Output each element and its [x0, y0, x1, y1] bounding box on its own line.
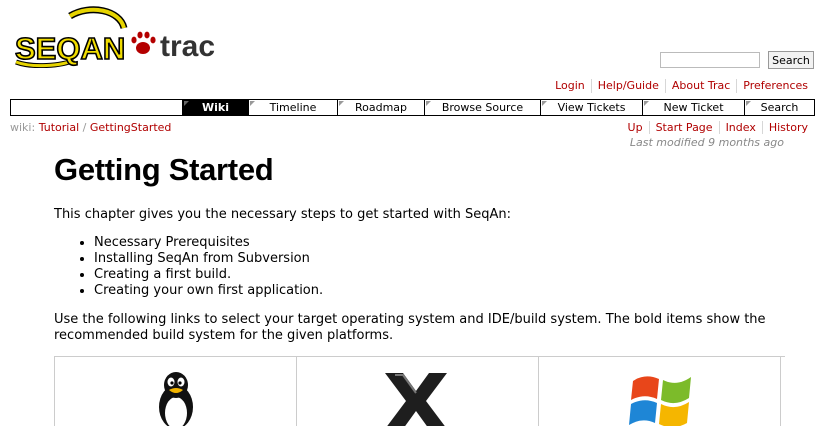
tab-new-ticket[interactable]: New Ticket [642, 100, 744, 115]
tab-wiki[interactable]: Wiki [182, 100, 248, 115]
platform-instructions: Use the following links to select your t… [54, 312, 766, 343]
list-item: Necessary Prerequisites [94, 235, 323, 251]
intro-text: This chapter gives you the necessary ste… [54, 207, 511, 222]
last-modified: Last modified 9 months ago [630, 136, 784, 149]
platform-cell-linux[interactable] [55, 357, 297, 426]
search-button[interactable]: Search [768, 51, 814, 69]
meta-nav: Login Help/Guide About Trac Preferences [549, 79, 814, 93]
svg-text:SEQAN: SEQAN [15, 31, 125, 66]
last-modified-link[interactable]: 9 months ago [708, 136, 784, 149]
linux-tux-icon[interactable] [151, 369, 201, 426]
svg-text:trac: trac [160, 30, 215, 63]
history-link[interactable]: History [769, 121, 808, 134]
breadcrumb-tutorial[interactable]: Tutorial [39, 121, 79, 134]
up-link[interactable]: Up [628, 121, 643, 134]
steps-list: Necessary Prerequisites Installing SeqAn… [76, 235, 323, 299]
platforms-table [54, 356, 785, 426]
tab-search[interactable]: Search [744, 100, 814, 115]
mac-x-icon[interactable] [381, 369, 451, 426]
about-trac-link[interactable]: About Trac [672, 79, 730, 92]
tab-view-tickets[interactable]: View Tickets [540, 100, 642, 115]
breadcrumb-gettingstarted[interactable]: GettingStarted [90, 121, 172, 134]
search-input[interactable] [660, 52, 760, 68]
seqan-trac-logo[interactable]: SEQAN trac [12, 6, 227, 68]
windows-flag-icon[interactable] [627, 369, 697, 426]
page-title: Getting Started [54, 152, 274, 187]
list-item: Creating your own first application. [94, 283, 323, 299]
breadcrumb-separator: / [82, 121, 87, 134]
breadcrumb: wiki: Tutorial / GettingStarted [10, 121, 171, 134]
help-guide-link[interactable]: Help/Guide [598, 79, 659, 92]
last-modified-label: Last modified [629, 136, 705, 149]
tab-timeline[interactable]: Timeline [248, 100, 337, 115]
tab-browse-source[interactable]: Browse Source [424, 100, 540, 115]
main-nav-spacer [11, 100, 182, 115]
main-nav: Wiki Timeline Roadmap Browse Source View… [10, 99, 815, 116]
index-link[interactable]: Index [726, 121, 756, 134]
tab-roadmap[interactable]: Roadmap [337, 100, 424, 115]
platform-cell-mac[interactable] [297, 357, 539, 426]
list-item: Installing SeqAn from Subversion [94, 251, 323, 267]
preferences-link[interactable]: Preferences [743, 79, 808, 92]
login-link[interactable]: Login [555, 79, 585, 92]
platform-cell-windows[interactable] [539, 357, 781, 426]
breadcrumb-prefix: wiki: [10, 121, 36, 134]
logo-graphic: SEQAN trac [14, 6, 215, 68]
list-item: Creating a first build. [94, 267, 323, 283]
start-page-link[interactable]: Start Page [656, 121, 713, 134]
context-nav: Up Start Page Index History [622, 121, 814, 134]
